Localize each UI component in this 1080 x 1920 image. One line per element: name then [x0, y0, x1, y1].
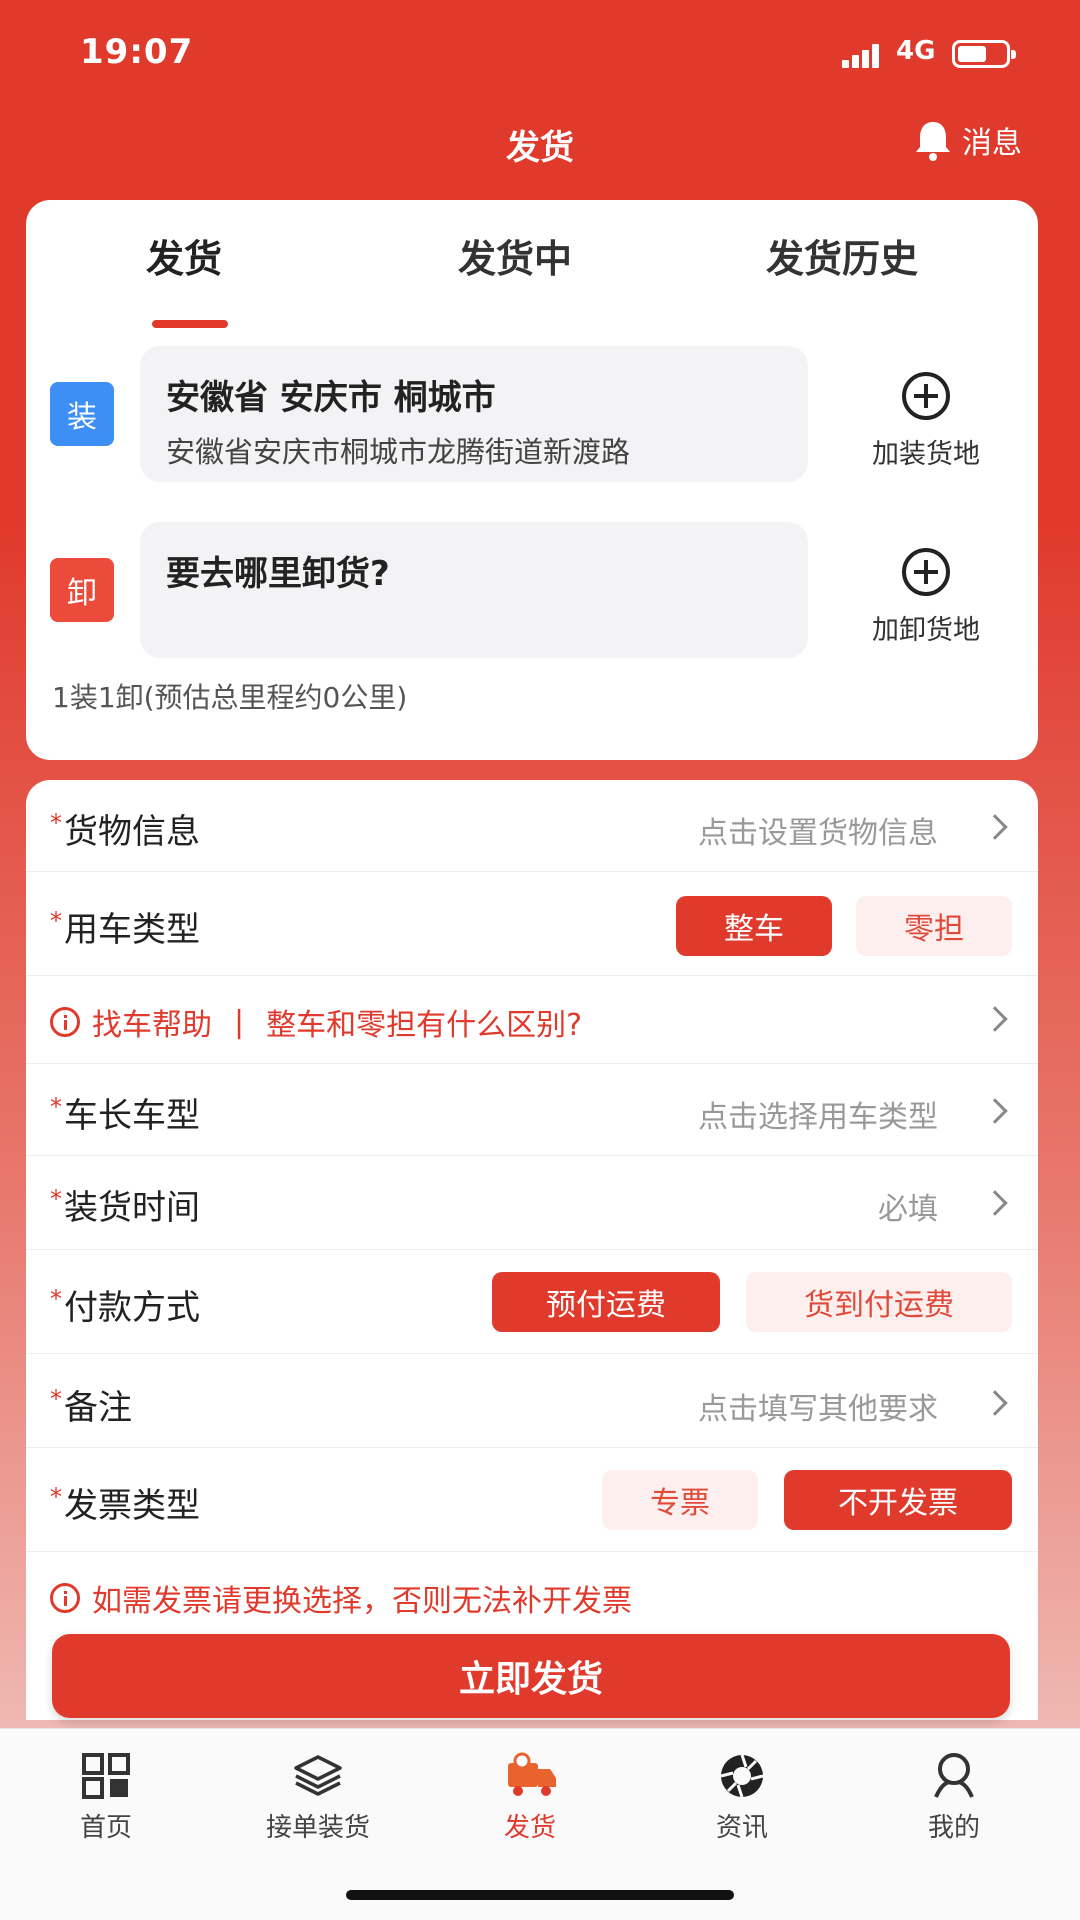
- option-less-than-truckload[interactable]: 零担: [856, 896, 1012, 956]
- invoice-label: *发票类型: [50, 1482, 200, 1526]
- help-row[interactable]: 找车帮助 | 整车和零担有什么区别?: [26, 976, 1038, 1064]
- vehicle-length-hint: 点击选择用车类型: [698, 1100, 938, 1135]
- home-indicator[interactable]: [346, 1890, 734, 1900]
- tabbar-home-label: 首页: [79, 1813, 132, 1843]
- tabbar-news[interactable]: 资讯: [652, 1751, 832, 1844]
- add-unload-location-button[interactable]: 加卸货地: [836, 548, 1016, 647]
- option-special-invoice[interactable]: 专票: [602, 1470, 758, 1530]
- help-link[interactable]: 找车帮助 | 整车和零担有什么区别?: [50, 1000, 582, 1044]
- tab-ship[interactable]: 发货: [146, 228, 222, 283]
- unload-address-field[interactable]: 要去哪里卸货?: [140, 522, 808, 658]
- cargo-info-hint: 点击设置货物信息: [698, 816, 938, 851]
- grid-icon: [80, 1751, 132, 1801]
- remark-row[interactable]: *备注 点击填写其他要求: [26, 1354, 1038, 1448]
- tab-shipping[interactable]: 发货中: [458, 228, 572, 283]
- invoice-notice: 如需发票请更换选择，否则无法补开发票: [50, 1576, 632, 1620]
- tabbar-profile-label: 我的: [927, 1813, 980, 1843]
- chevron-right-icon: [982, 1098, 1008, 1124]
- option-cash-on-delivery[interactable]: 货到付运费: [746, 1272, 1012, 1332]
- bell-icon: [916, 122, 950, 161]
- chevron-right-icon: [982, 1390, 1008, 1416]
- add-load-location-button[interactable]: 加装货地: [836, 372, 1016, 471]
- cargo-info-row[interactable]: *货物信息 点击设置货物信息: [26, 780, 1038, 872]
- load-stop-row: 装 安徽省 安庆市 桐城市 安徽省安庆市桐城市龙腾街道新渡路 加装货地: [26, 346, 1038, 482]
- tabbar-ship[interactable]: 发货: [440, 1751, 620, 1844]
- info-icon: [50, 1583, 80, 1613]
- unload-badge: 卸: [50, 558, 114, 622]
- active-tab-indicator: [152, 320, 228, 328]
- user-icon: [928, 1751, 980, 1801]
- load-time-label: *装货时间: [50, 1184, 200, 1228]
- help-label: 找车帮助: [92, 1008, 212, 1043]
- vehicle-use-label: *用车类型: [50, 906, 200, 950]
- vehicle-use-row: *用车类型 整车 零担: [26, 872, 1038, 976]
- shipment-form: *货物信息 点击设置货物信息 *用车类型 整车 零担 找车帮助 | 整车和零担有…: [26, 780, 1038, 1720]
- cargo-info-label: *货物信息: [50, 808, 200, 852]
- plus-circle-icon: [902, 372, 950, 420]
- chevron-right-icon: [982, 1006, 1008, 1032]
- route-summary: 1装1卸(预估总里程约0公里): [52, 681, 408, 714]
- remark-hint: 点击填写其他要求: [698, 1392, 938, 1427]
- tab-history[interactable]: 发货历史: [766, 228, 918, 283]
- load-address-field[interactable]: 安徽省 安庆市 桐城市 安徽省安庆市桐城市龙腾街道新渡路: [140, 346, 808, 482]
- help-separator: |: [234, 1004, 245, 1040]
- help-question: 整车和零担有什么区别?: [266, 1008, 583, 1043]
- signal-icon: [842, 44, 886, 68]
- submit-shipment-button[interactable]: 立即发货: [52, 1634, 1010, 1718]
- remark-label: *备注: [50, 1384, 132, 1428]
- tabbar-news-label: 资讯: [715, 1813, 768, 1843]
- option-prepaid[interactable]: 预付运费: [492, 1272, 720, 1332]
- payment-row: *付款方式 预付运费 货到付运费: [26, 1250, 1038, 1354]
- vehicle-length-row[interactable]: *车长车型 点击选择用车类型: [26, 1064, 1038, 1156]
- message-button[interactable]: 消息: [912, 118, 1022, 162]
- option-no-invoice[interactable]: 不开发票: [784, 1470, 1012, 1530]
- load-address-title: 安徽省 安庆市 桐城市: [166, 378, 496, 418]
- tabbar-home[interactable]: 首页: [16, 1751, 196, 1844]
- payment-label: *付款方式: [50, 1284, 200, 1328]
- tabbar-orders-label: 接单装货: [265, 1813, 370, 1843]
- truck-icon: [504, 1751, 556, 1801]
- chevron-right-icon: [982, 1190, 1008, 1216]
- info-icon: [50, 1007, 80, 1037]
- add-load-location-label: 加装货地: [872, 439, 980, 470]
- aperture-icon: [716, 1751, 768, 1801]
- invoice-row: *发票类型 专票 不开发票: [26, 1448, 1038, 1552]
- unload-placeholder: 要去哪里卸货?: [166, 554, 390, 594]
- invoice-notice-text: 如需发票请更换选择，否则无法补开发票: [92, 1584, 632, 1619]
- load-badge: 装: [50, 382, 114, 446]
- address-card: 发货 发货中 发货历史 装 安徽省 安庆市 桐城市 安徽省安庆市桐城市龙腾街道新…: [26, 200, 1038, 760]
- load-time-row[interactable]: *装货时间 必填: [26, 1156, 1038, 1250]
- add-unload-location-label: 加卸货地: [872, 615, 980, 646]
- tabbar-ship-label: 发货: [503, 1813, 556, 1843]
- network-type: 4G: [896, 36, 936, 66]
- vehicle-length-label: *车长车型: [50, 1092, 200, 1136]
- status-bar: 19:07 4G: [0, 0, 1080, 100]
- load-time-hint: 必填: [878, 1192, 938, 1227]
- battery-icon: [952, 40, 1016, 68]
- chevron-right-icon: [982, 814, 1008, 840]
- shipment-tabs: 发货 发货中 发货历史: [26, 228, 1038, 328]
- plus-circle-icon: [902, 548, 950, 596]
- option-full-truck[interactable]: 整车: [676, 896, 832, 956]
- message-label: 消息: [962, 126, 1022, 161]
- nav-bar: 发货 消息: [0, 110, 1080, 170]
- tabbar-profile[interactable]: 我的: [864, 1751, 1044, 1844]
- load-address-detail: 安徽省安庆市桐城市龙腾街道新渡路: [166, 435, 631, 469]
- status-time: 19:07: [80, 32, 194, 72]
- unload-stop-row: 卸 要去哪里卸货? 加卸货地: [26, 522, 1038, 658]
- layers-icon: [292, 1751, 344, 1801]
- tabbar-orders[interactable]: 接单装货: [228, 1751, 408, 1844]
